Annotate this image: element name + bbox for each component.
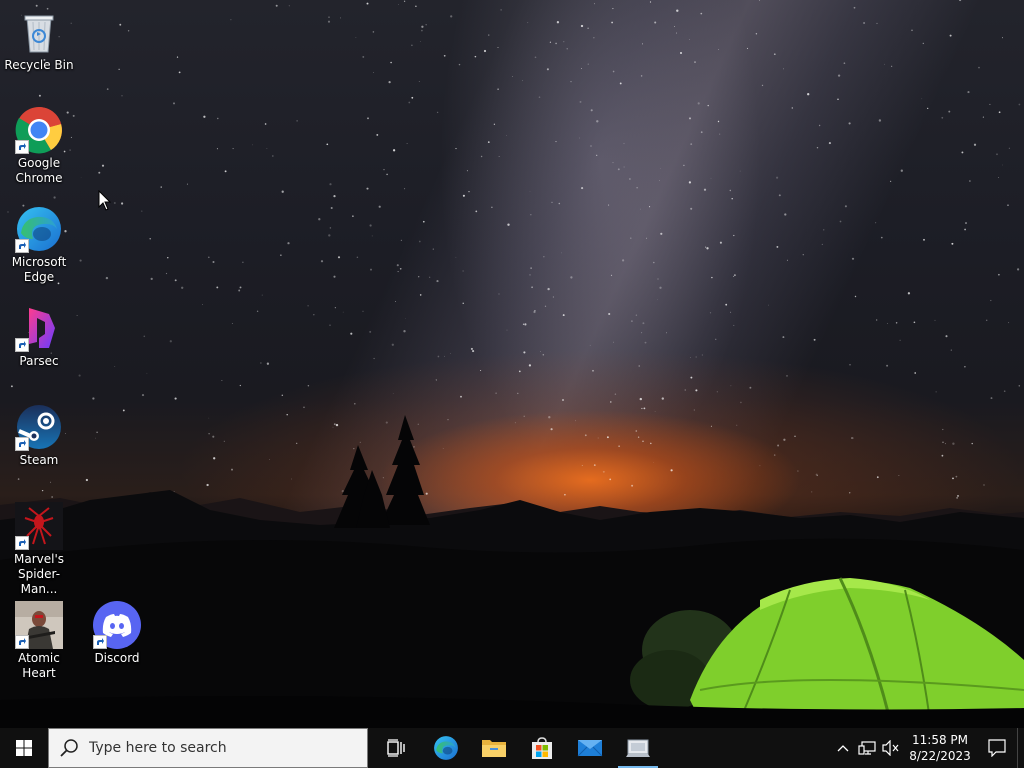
desktop-icon-recycle-bin[interactable]: Recycle Bin <box>1 8 77 73</box>
spider-man-icon <box>15 502 63 550</box>
desktop-icon-parsec[interactable]: Parsec <box>1 304 77 369</box>
shortcut-arrow-icon <box>15 338 29 352</box>
desktop-icon-discord[interactable]: Discord <box>79 601 155 666</box>
taskbar-file-explorer-button[interactable] <box>470 728 518 768</box>
system-tray: 11:58 PM 8/22/2023 <box>831 728 1024 768</box>
file-explorer-icon <box>482 740 506 757</box>
search-input[interactable] <box>87 739 331 757</box>
desktop-icon-steam[interactable]: Steam <box>1 403 77 468</box>
desktop-icon-label: Discord <box>94 651 140 665</box>
microsoft-store-icon <box>532 737 552 759</box>
task-view-button[interactable] <box>372 728 420 768</box>
taskbar-remote-app-button[interactable] <box>614 728 662 768</box>
desktop-icon-label: Recycle Bin <box>4 58 74 72</box>
volume-button[interactable] <box>879 728 903 768</box>
desktop-icon-label: Atomic Heart <box>18 651 60 680</box>
desktop-icon-label: Google Chrome <box>15 156 63 185</box>
recycle-bin-icon <box>15 8 63 56</box>
discord-icon <box>93 601 141 649</box>
shortcut-arrow-icon <box>15 536 29 550</box>
edge-icon <box>434 736 458 760</box>
taskbar: 11:58 PM 8/22/2023 <box>0 728 1024 768</box>
network-button[interactable] <box>855 728 879 768</box>
desktop-icon-label: Marvel's Spider-Man... <box>13 552 64 596</box>
desktop-icon-spider-man[interactable]: Marvel's Spider-Man... <box>1 502 77 597</box>
shortcut-arrow-icon <box>15 635 29 649</box>
clock-date: 8/22/2023 <box>909 749 971 763</box>
shortcut-arrow-icon <box>93 635 107 649</box>
mouse-cursor-icon <box>98 190 112 211</box>
steam-icon <box>15 403 63 451</box>
desktop-icon-label: Parsec <box>19 354 59 368</box>
taskbar-search-box[interactable] <box>48 728 368 768</box>
shortcut-arrow-icon <box>15 140 29 154</box>
show-desktop-button[interactable] <box>1017 728 1024 768</box>
windows-logo-icon <box>16 740 32 756</box>
search-icon <box>60 739 78 757</box>
volume-muted-icon <box>882 740 899 756</box>
desktop-icon-label: Steam <box>19 453 59 467</box>
chevron-up-icon <box>837 745 849 752</box>
clock-time: 11:58 PM <box>912 733 968 747</box>
action-center-button[interactable] <box>977 728 1017 768</box>
taskbar-clock[interactable]: 11:58 PM 8/22/2023 <box>903 728 977 768</box>
atomic-heart-icon <box>15 601 63 649</box>
network-icon <box>858 741 876 755</box>
parsec-icon <box>15 304 63 352</box>
taskbar-edge-button[interactable] <box>422 728 470 768</box>
notification-icon <box>988 739 1006 757</box>
desktop-icon-microsoft-edge[interactable]: Microsoft Edge <box>1 205 77 285</box>
desktop-icon-google-chrome[interactable]: Google Chrome <box>1 106 77 186</box>
mail-icon <box>577 740 603 757</box>
desktop-icon-label: Microsoft Edge <box>11 255 67 284</box>
taskbar-mail-button[interactable] <box>566 728 614 768</box>
shortcut-arrow-icon <box>15 437 29 451</box>
chrome-icon <box>15 106 63 154</box>
remote-app-icon <box>626 739 650 757</box>
taskbar-microsoft-store-button[interactable] <box>518 728 566 768</box>
shortcut-arrow-icon <box>15 239 29 253</box>
edge-icon <box>15 205 63 253</box>
desktop-icon-atomic-heart[interactable]: Atomic Heart <box>1 601 77 681</box>
start-button[interactable] <box>0 728 48 768</box>
show-hidden-icons-button[interactable] <box>831 728 855 768</box>
task-view-icon <box>387 739 405 757</box>
